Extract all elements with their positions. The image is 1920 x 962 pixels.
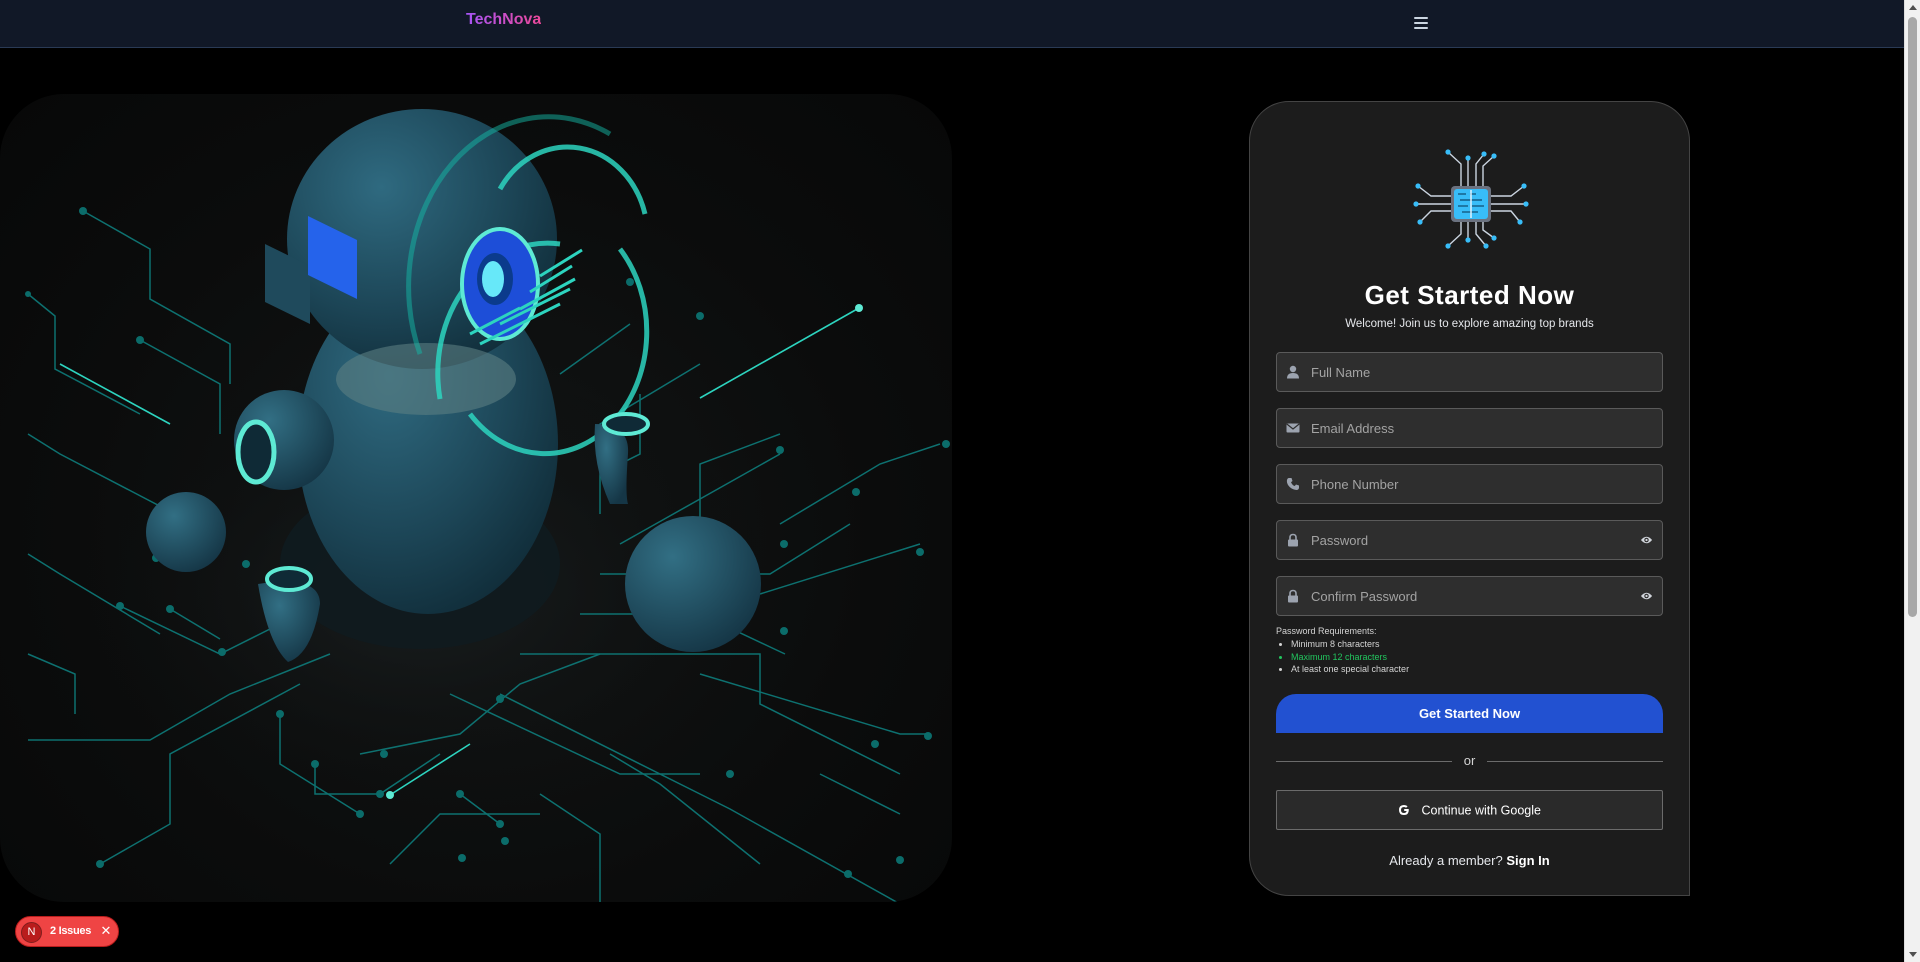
email-input[interactable] <box>1309 409 1629 447</box>
divider-line <box>1487 761 1663 762</box>
issues-badge[interactable]: N 2 Issues ✕ <box>15 916 119 947</box>
google-icon <box>1398 805 1409 816</box>
full-name-field <box>1276 352 1663 392</box>
menu-button[interactable] <box>1412 14 1432 32</box>
password-field <box>1276 520 1663 560</box>
envelope-icon <box>1286 423 1300 433</box>
page-scrollbar[interactable] <box>1904 0 1920 962</box>
password-requirements: Password Requirements: Minimum 8 charact… <box>1276 626 1409 676</box>
signup-card: Get Started Now Welcome! Join us to expl… <box>1249 101 1690 896</box>
scroll-up-icon[interactable] <box>1909 5 1917 10</box>
google-button-label: Continue with Google <box>1421 803 1541 818</box>
confirm-password-field <box>1276 576 1663 616</box>
confirm-password-input[interactable] <box>1309 577 1629 615</box>
requirement-item: Maximum 12 characters <box>1291 651 1409 664</box>
hero-artwork <box>25 109 950 902</box>
lock-icon <box>1288 533 1298 547</box>
signup-title: Get Started Now <box>1364 280 1575 310</box>
signup-subtitle: Welcome! Join us to explore amazing top … <box>1345 318 1594 330</box>
issues-avatar: N <box>21 922 42 943</box>
user-icon <box>1287 365 1299 379</box>
phone-field <box>1276 464 1663 504</box>
robot-circuit-illustration <box>0 94 952 902</box>
sign-in-prompt: Already a member? Sign In <box>1250 853 1689 868</box>
phone-icon <box>1286 478 1299 490</box>
eye-icon[interactable] <box>1640 590 1653 602</box>
top-navbar: TechNova <box>0 0 1904 48</box>
scroll-down-icon[interactable] <box>1909 952 1917 957</box>
eye-icon[interactable] <box>1640 534 1653 546</box>
requirements-heading: Password Requirements: <box>1276 626 1377 636</box>
full-name-input[interactable] <box>1309 353 1629 391</box>
continue-with-google-button[interactable]: Continue with Google <box>1276 790 1663 830</box>
close-icon[interactable]: ✕ <box>98 923 114 939</box>
phone-input[interactable] <box>1309 465 1629 503</box>
requirement-item: At least one special character <box>1291 663 1409 676</box>
get-started-button[interactable]: Get Started Now <box>1276 694 1663 733</box>
brand-logo[interactable]: TechNova <box>466 11 541 29</box>
email-field <box>1276 408 1663 448</box>
password-input[interactable] <box>1309 521 1629 559</box>
circuit-chip-icon <box>1413 149 1529 249</box>
sign-in-link[interactable]: Sign In <box>1506 853 1549 868</box>
lock-icon <box>1288 589 1298 603</box>
scrollbar-thumb[interactable] <box>1908 17 1917 617</box>
requirement-item: Minimum 8 characters <box>1291 638 1409 651</box>
requirements-list: Minimum 8 characters Maximum 12 characte… <box>1276 638 1409 676</box>
member-text: Already a member? <box>1389 853 1503 868</box>
issues-label: 2 Issues <box>50 925 92 937</box>
or-divider: or <box>1276 753 1663 769</box>
